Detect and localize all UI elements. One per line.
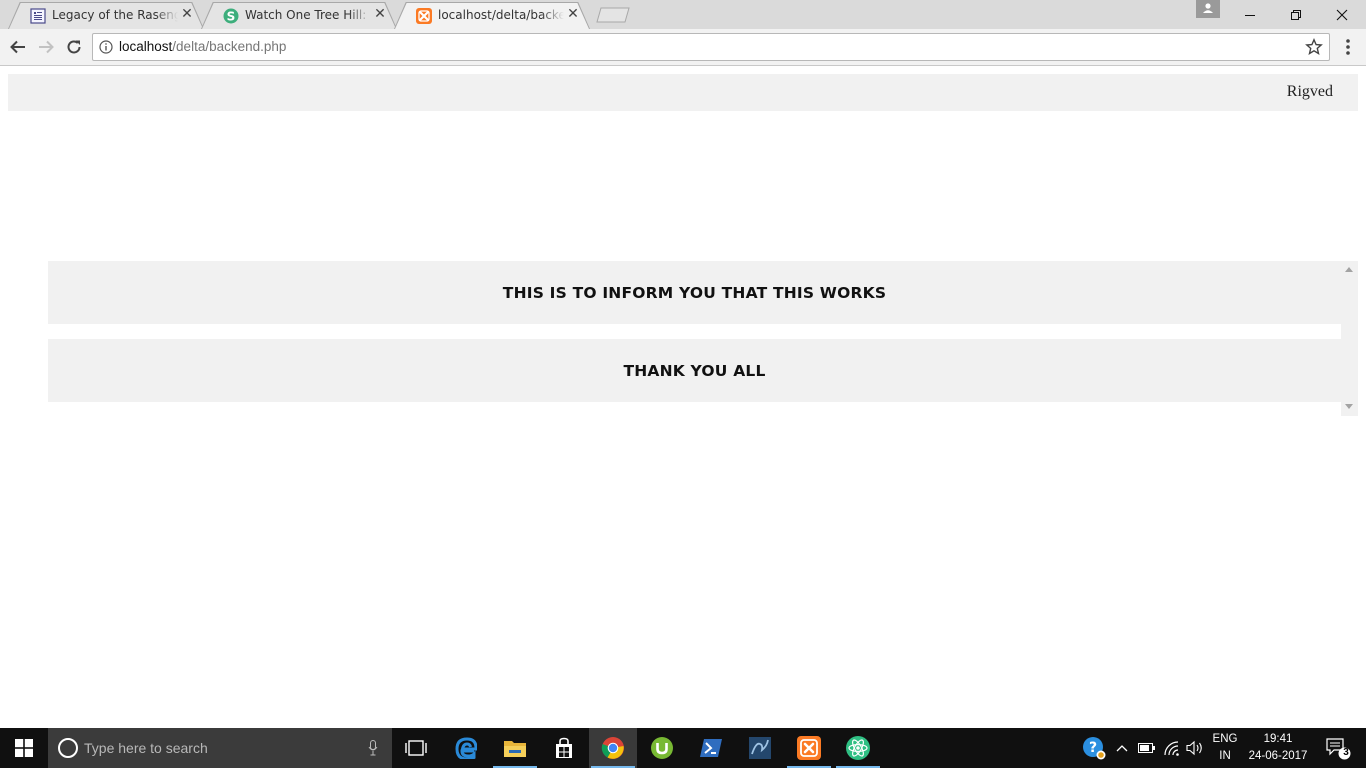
- message-list: THIS IS TO INFORM YOU THAT THIS WORKS TH…: [48, 261, 1358, 416]
- utorrent-button[interactable]: [638, 728, 686, 768]
- help-tray-button[interactable]: ?: [1080, 728, 1108, 768]
- windows-taskbar: Type here to search ? ENG IN 19:41 24-06…: [0, 728, 1366, 768]
- tab-close-icon[interactable]: ✕: [566, 7, 580, 21]
- restore-icon: [1291, 9, 1301, 20]
- powershell-icon: [700, 739, 722, 757]
- back-button[interactable]: [7, 36, 29, 58]
- edge-button[interactable]: [442, 728, 490, 768]
- volume-button[interactable]: [1184, 728, 1206, 768]
- green-s-icon: S: [223, 8, 239, 24]
- close-window-button[interactable]: [1319, 0, 1365, 29]
- tab-close-icon[interactable]: ✕: [180, 7, 194, 21]
- notification-count: 3: [1343, 747, 1349, 758]
- store-icon: [556, 737, 572, 758]
- tab-title: Legacy of the Rasengan |: [52, 8, 178, 22]
- language-label: ENG: [1212, 733, 1238, 745]
- new-tab-button[interactable]: [596, 7, 630, 23]
- tab-close-icon[interactable]: ✕: [373, 7, 387, 21]
- page-viewport: Rigved THIS IS TO INFORM YOU THAT THIS W…: [0, 67, 1366, 728]
- address-path: /delta/backend.php: [172, 39, 287, 54]
- mysql-workbench-icon: [749, 737, 771, 759]
- user-icon: [1203, 3, 1213, 13]
- chevron-up-icon: [1116, 745, 1128, 752]
- windows-logo-icon: [15, 739, 33, 757]
- address-text[interactable]: localhost/delta/backend.php: [119, 39, 286, 54]
- store-button[interactable]: [540, 728, 588, 768]
- file-explorer-button[interactable]: [491, 728, 539, 768]
- reload-icon: [67, 40, 81, 54]
- battery-icon: [1138, 743, 1155, 753]
- clock-date: 24-06-2017: [1248, 750, 1308, 762]
- mysql-workbench-button[interactable]: [736, 728, 784, 768]
- chrome-button[interactable]: [589, 728, 637, 768]
- page-navbar: Rigved: [8, 74, 1358, 111]
- message-scrollbar[interactable]: [1341, 261, 1358, 416]
- edge-icon: [455, 737, 477, 759]
- xampp-icon: [797, 736, 821, 760]
- clock-button[interactable]: 19:41 24-06-2017: [1246, 728, 1310, 768]
- tab-title: Watch One Tree Hill: Season: [245, 8, 371, 22]
- atom-icon: [846, 736, 870, 760]
- bookmark-star-icon[interactable]: [1305, 38, 1323, 56]
- microphone-icon[interactable]: [368, 740, 378, 756]
- taskbar-search-box[interactable]: Type here to search: [48, 728, 392, 768]
- battery-button[interactable]: [1136, 728, 1158, 768]
- browser-toolbar: localhost/delta/backend.php: [0, 29, 1366, 66]
- atom-button[interactable]: [834, 728, 882, 768]
- speaker-icon: [1186, 740, 1202, 756]
- menu-dots-icon[interactable]: [1338, 37, 1358, 57]
- document-icon: [30, 8, 46, 24]
- reload-button[interactable]: [63, 36, 85, 58]
- svg-text:S: S: [227, 10, 236, 24]
- browser-tab-strip: Legacy of the Rasengan | ✕ S Watch One T…: [0, 0, 1366, 29]
- task-view-icon: [405, 740, 427, 756]
- arrow-right-icon: [39, 40, 54, 54]
- action-center-button[interactable]: 3: [1318, 728, 1358, 768]
- cortana-icon: [58, 738, 78, 758]
- info-icon[interactable]: [99, 40, 113, 54]
- region-label: IN: [1219, 750, 1231, 762]
- powershell-button[interactable]: [687, 728, 735, 768]
- restore-button[interactable]: [1273, 0, 1319, 29]
- network-button[interactable]: [1160, 728, 1184, 768]
- xampp-icon: [416, 8, 432, 24]
- input-language-button[interactable]: ENG IN: [1208, 728, 1242, 768]
- profile-button[interactable]: [1196, 0, 1220, 18]
- clock-time: 19:41: [1263, 733, 1293, 745]
- scroll-down-arrow-icon[interactable]: [1345, 404, 1353, 409]
- address-host: localhost: [119, 39, 173, 54]
- chrome-icon: [601, 737, 624, 759]
- help-icon: ?: [1083, 737, 1106, 760]
- message-card: THANK YOU ALL: [48, 339, 1341, 402]
- task-view-button[interactable]: [392, 728, 440, 768]
- arrow-left-icon: [10, 40, 25, 54]
- start-button[interactable]: [0, 728, 48, 768]
- tab-localhost-backend[interactable]: localhost/delta/backend.php ✕: [394, 2, 590, 29]
- close-icon: [1336, 9, 1348, 20]
- scroll-up-arrow-icon[interactable]: [1345, 267, 1353, 272]
- svg-text:?: ?: [1089, 740, 1097, 756]
- show-hidden-icons-button[interactable]: [1112, 728, 1132, 768]
- tab-watch-one-tree-hill[interactable]: S Watch One Tree Hill: Season ✕: [201, 2, 397, 29]
- tab-legacy-of-the-rasengan[interactable]: Legacy of the Rasengan | ✕: [8, 2, 204, 29]
- nav-user-name[interactable]: Rigved: [1287, 83, 1333, 101]
- xampp-button[interactable]: [785, 728, 833, 768]
- search-placeholder: Type here to search: [84, 740, 208, 756]
- forward-button[interactable]: [35, 36, 57, 58]
- wifi-icon: [1164, 741, 1179, 756]
- utorrent-icon: [651, 737, 673, 759]
- tab-title: localhost/delta/backend.php: [438, 8, 564, 22]
- file-explorer-icon: [504, 741, 526, 757]
- minimize-button[interactable]: [1227, 0, 1273, 29]
- address-bar[interactable]: localhost/delta/backend.php: [92, 33, 1330, 61]
- message-card: THIS IS TO INFORM YOU THAT THIS WORKS: [48, 261, 1341, 324]
- minimize-icon: [1245, 14, 1255, 16]
